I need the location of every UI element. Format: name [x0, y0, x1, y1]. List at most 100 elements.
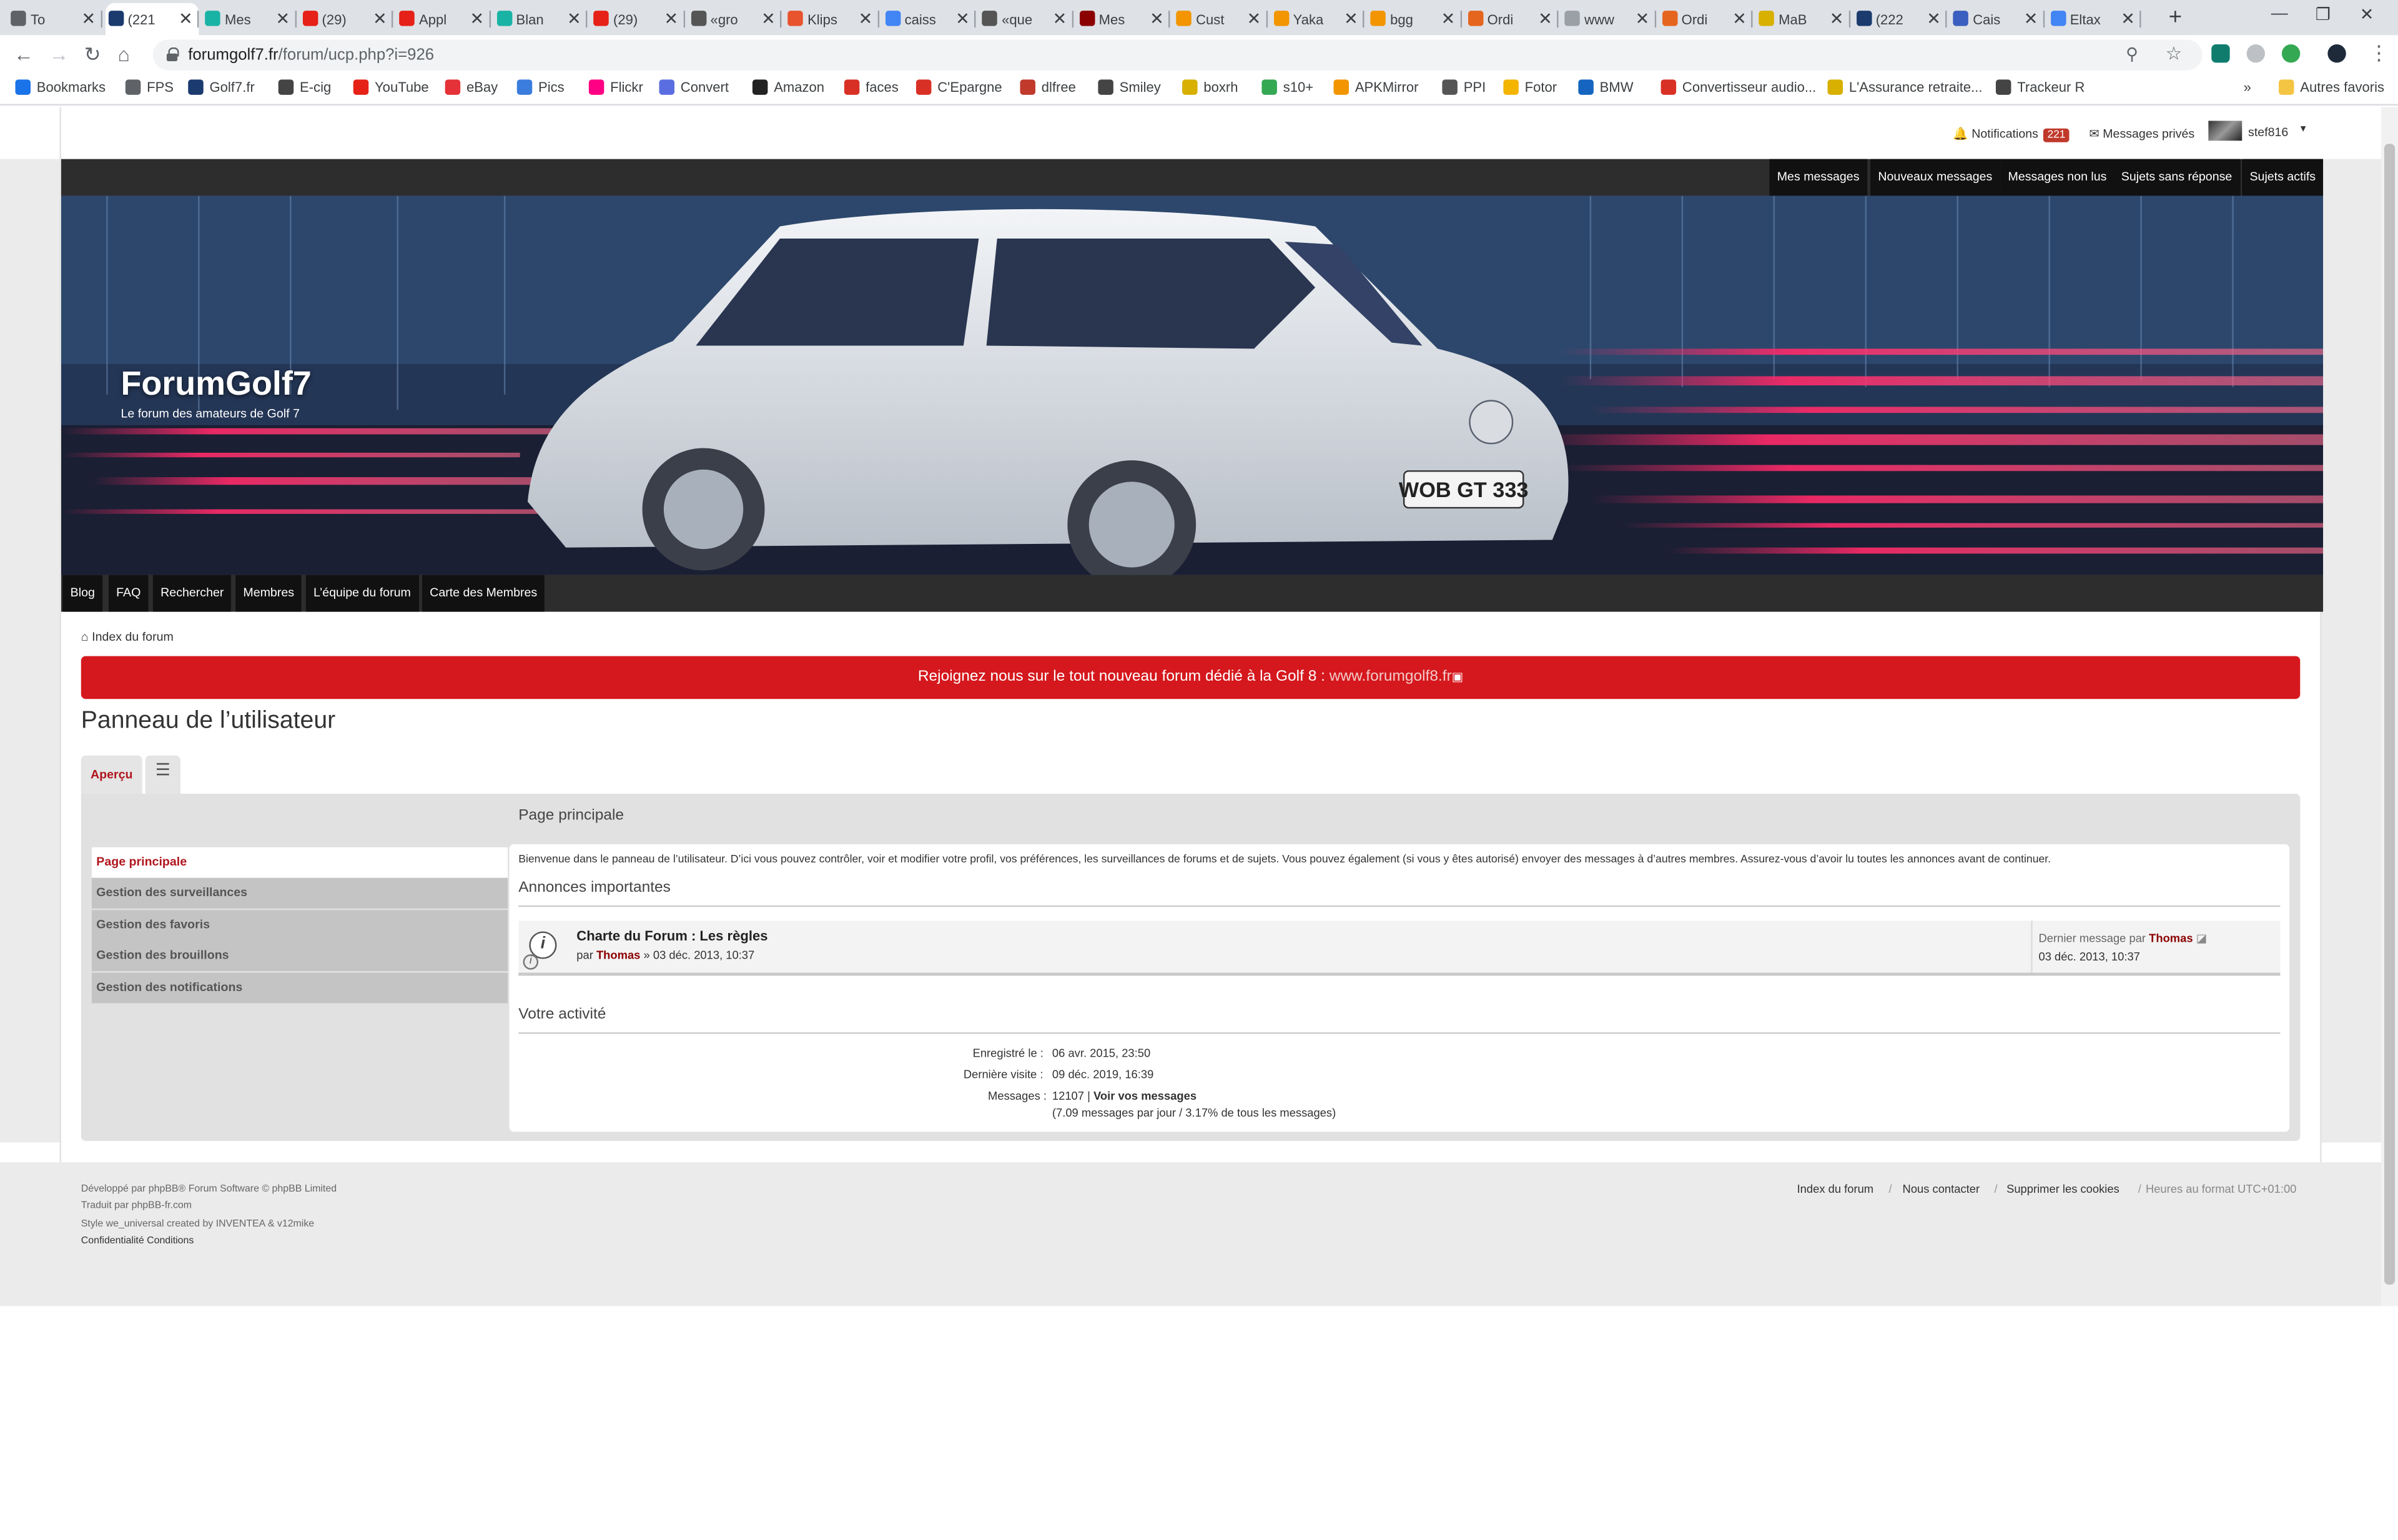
- topic-author-link[interactable]: Thomas: [596, 948, 640, 962]
- tab-close-icon[interactable]: ✕: [1344, 9, 1358, 29]
- last-post-author-link[interactable]: Thomas: [2149, 931, 2193, 945]
- tab-item[interactable]: (221 ✕: [104, 2, 199, 36]
- tab-close-icon[interactable]: ✕: [664, 9, 679, 29]
- close-window-icon[interactable]: ✕: [2360, 4, 2374, 24]
- bookmark-item[interactable]: Convertisseur audio...: [1660, 79, 1816, 95]
- tab-item[interactable]: Blan ✕: [493, 3, 588, 35]
- side-menu-item[interactable]: Gestion des favoris: [91, 909, 508, 940]
- quick-link[interactable]: Messages non lus: [2000, 159, 2114, 196]
- nav-link[interactable]: Membres: [235, 575, 302, 612]
- tab-item[interactable]: Eltax ✕: [2047, 3, 2141, 35]
- side-menu-item[interactable]: Gestion des surveillances: [91, 878, 508, 909]
- quick-link[interactable]: Nouveaux messages: [1870, 159, 2000, 196]
- tab-item[interactable]: Yaka ✕: [1270, 3, 1364, 35]
- scrollbar-thumb[interactable]: [2384, 144, 2396, 1285]
- tab-close-icon[interactable]: ✕: [1247, 9, 1261, 29]
- bookmark-item[interactable]: Convert: [659, 79, 729, 95]
- reload-icon[interactable]: ↻: [84, 44, 101, 64]
- breadcrumb[interactable]: ⌂ Index du forum: [81, 630, 174, 644]
- tab-close-icon[interactable]: ✕: [1830, 9, 1844, 29]
- tab-close-icon[interactable]: ✕: [1636, 9, 1650, 29]
- tab-item[interactable]: (29) ✕: [590, 3, 684, 35]
- bookmark-item[interactable]: faces: [844, 79, 899, 95]
- tab-item[interactable]: Ordi ✕: [1659, 3, 1753, 35]
- bookmark-item[interactable]: Bookmarks: [15, 79, 106, 95]
- tab-item[interactable]: «gro ✕: [688, 3, 782, 35]
- address-bar[interactable]: forumgolf7.fr/forum/ucp.php?i=926 ⚲ ☆: [152, 38, 2203, 71]
- tab-item[interactable]: Mes ✕: [202, 3, 296, 35]
- tab-item[interactable]: caiss ✕: [882, 3, 976, 35]
- tab-item[interactable]: To ✕: [7, 3, 102, 35]
- tab-item[interactable]: Cais ✕: [1950, 3, 2045, 35]
- tab-close-icon[interactable]: ✕: [955, 9, 970, 29]
- tab-close-icon[interactable]: ✕: [2024, 9, 2038, 29]
- tab-close-icon[interactable]: ✕: [1053, 9, 1067, 29]
- bookmark-item[interactable]: C'Epargne: [915, 79, 1002, 95]
- quick-link[interactable]: Sujets actifs: [2242, 159, 2324, 196]
- tab-menu-icon[interactable]: ☰: [145, 755, 180, 794]
- bookmark-item[interactable]: dlfree: [1020, 79, 1076, 95]
- profile-avatar[interactable]: [2327, 44, 2346, 63]
- extension-grammarly-icon[interactable]: [2281, 44, 2301, 63]
- restore-icon[interactable]: ❐: [2316, 4, 2331, 24]
- view-messages-link[interactable]: Voir vos messages: [1093, 1089, 1197, 1103]
- extension-s-icon[interactable]: [2211, 44, 2230, 63]
- bookmark-item[interactable]: Golf7.fr: [188, 79, 255, 95]
- notifications-link[interactable]: 🔔 Notifications 221: [1953, 127, 2070, 142]
- extension-shield-icon[interactable]: [2246, 44, 2265, 63]
- back-icon[interactable]: ←: [14, 44, 34, 64]
- tab-item[interactable]: (29) ✕: [299, 3, 393, 35]
- menu-dots-icon[interactable]: ⋮: [2369, 43, 2389, 63]
- bookmark-item[interactable]: Amazon: [752, 79, 824, 95]
- quick-link[interactable]: Sujets sans réponse: [2113, 159, 2240, 196]
- tab-item[interactable]: Cust ✕: [1173, 3, 1267, 35]
- new-tab-button[interactable]: +: [2169, 4, 2182, 31]
- tab-overview[interactable]: Aperçu: [81, 755, 142, 794]
- other-bookmarks[interactable]: Autres favoris: [2279, 79, 2384, 95]
- tab-item[interactable]: www ✕: [1561, 3, 1656, 35]
- minimize-icon[interactable]: —: [2271, 4, 2288, 22]
- private-messages-link[interactable]: ✉ Messages privés: [2089, 127, 2194, 141]
- tab-item[interactable]: Mes ✕: [1076, 3, 1170, 35]
- tab-item[interactable]: bgg ✕: [1367, 3, 1462, 35]
- bookmark-item[interactable]: boxrh: [1182, 79, 1238, 95]
- tab-item[interactable]: Appl ✕: [396, 3, 490, 35]
- tab-close-icon[interactable]: ✕: [81, 9, 96, 29]
- bookmark-item[interactable]: APKMirror: [1333, 79, 1418, 95]
- tab-close-icon[interactable]: ✕: [470, 9, 485, 29]
- footer-link[interactable]: Index du forum: [1797, 1182, 1874, 1196]
- bookmark-item[interactable]: Flickr: [588, 79, 643, 95]
- tab-close-icon[interactable]: ✕: [1150, 9, 1164, 29]
- tab-close-icon[interactable]: ✕: [1732, 9, 1747, 29]
- tab-item[interactable]: MaB ✕: [1755, 3, 1850, 35]
- tab-close-icon[interactable]: ✕: [859, 9, 873, 29]
- footer-link[interactable]: Supprimer les cookies: [2006, 1182, 2119, 1196]
- bookmark-item[interactable]: YouTube: [353, 79, 429, 95]
- bookmark-item[interactable]: FPS: [125, 79, 174, 95]
- home-icon[interactable]: ⌂: [118, 44, 130, 64]
- side-menu-item[interactable]: Gestion des brouillons: [91, 940, 508, 972]
- bookmark-item[interactable]: Trackeur R: [1995, 79, 2085, 95]
- side-menu-item[interactable]: Page principale: [91, 847, 508, 878]
- footer-link[interactable]: Nous contacter: [1903, 1182, 1980, 1196]
- side-menu-item[interactable]: Gestion des notifications: [91, 972, 508, 1003]
- bookmark-item[interactable]: L'Assurance retraite...: [1827, 79, 1983, 95]
- tab-close-icon[interactable]: ✕: [1538, 9, 1552, 29]
- star-icon[interactable]: ☆: [2166, 38, 2182, 69]
- site-title[interactable]: ForumGolf7: [121, 364, 311, 404]
- bookmark-item[interactable]: eBay: [445, 79, 498, 95]
- tab-close-icon[interactable]: ✕: [373, 9, 387, 29]
- nav-link[interactable]: Blog: [62, 575, 103, 612]
- bookmark-item[interactable]: E-cig: [278, 79, 331, 95]
- bookmark-item[interactable]: PPI: [1442, 79, 1486, 95]
- bookmark-item[interactable]: Fotor: [1503, 79, 1557, 95]
- zoom-search-icon[interactable]: ⚲: [2126, 40, 2138, 71]
- tab-item[interactable]: Ordi ✕: [1464, 3, 1559, 35]
- tab-close-icon[interactable]: ✕: [2121, 9, 2135, 29]
- tab-item[interactable]: (222 ✕: [1853, 3, 1947, 35]
- nav-link[interactable]: Carte des Membres: [422, 575, 545, 612]
- tab-item[interactable]: Klips ✕: [784, 3, 879, 35]
- tab-close-icon[interactable]: ✕: [1441, 9, 1456, 29]
- nav-link[interactable]: FAQ: [108, 575, 149, 612]
- bookmark-item[interactable]: Smiley: [1098, 79, 1161, 95]
